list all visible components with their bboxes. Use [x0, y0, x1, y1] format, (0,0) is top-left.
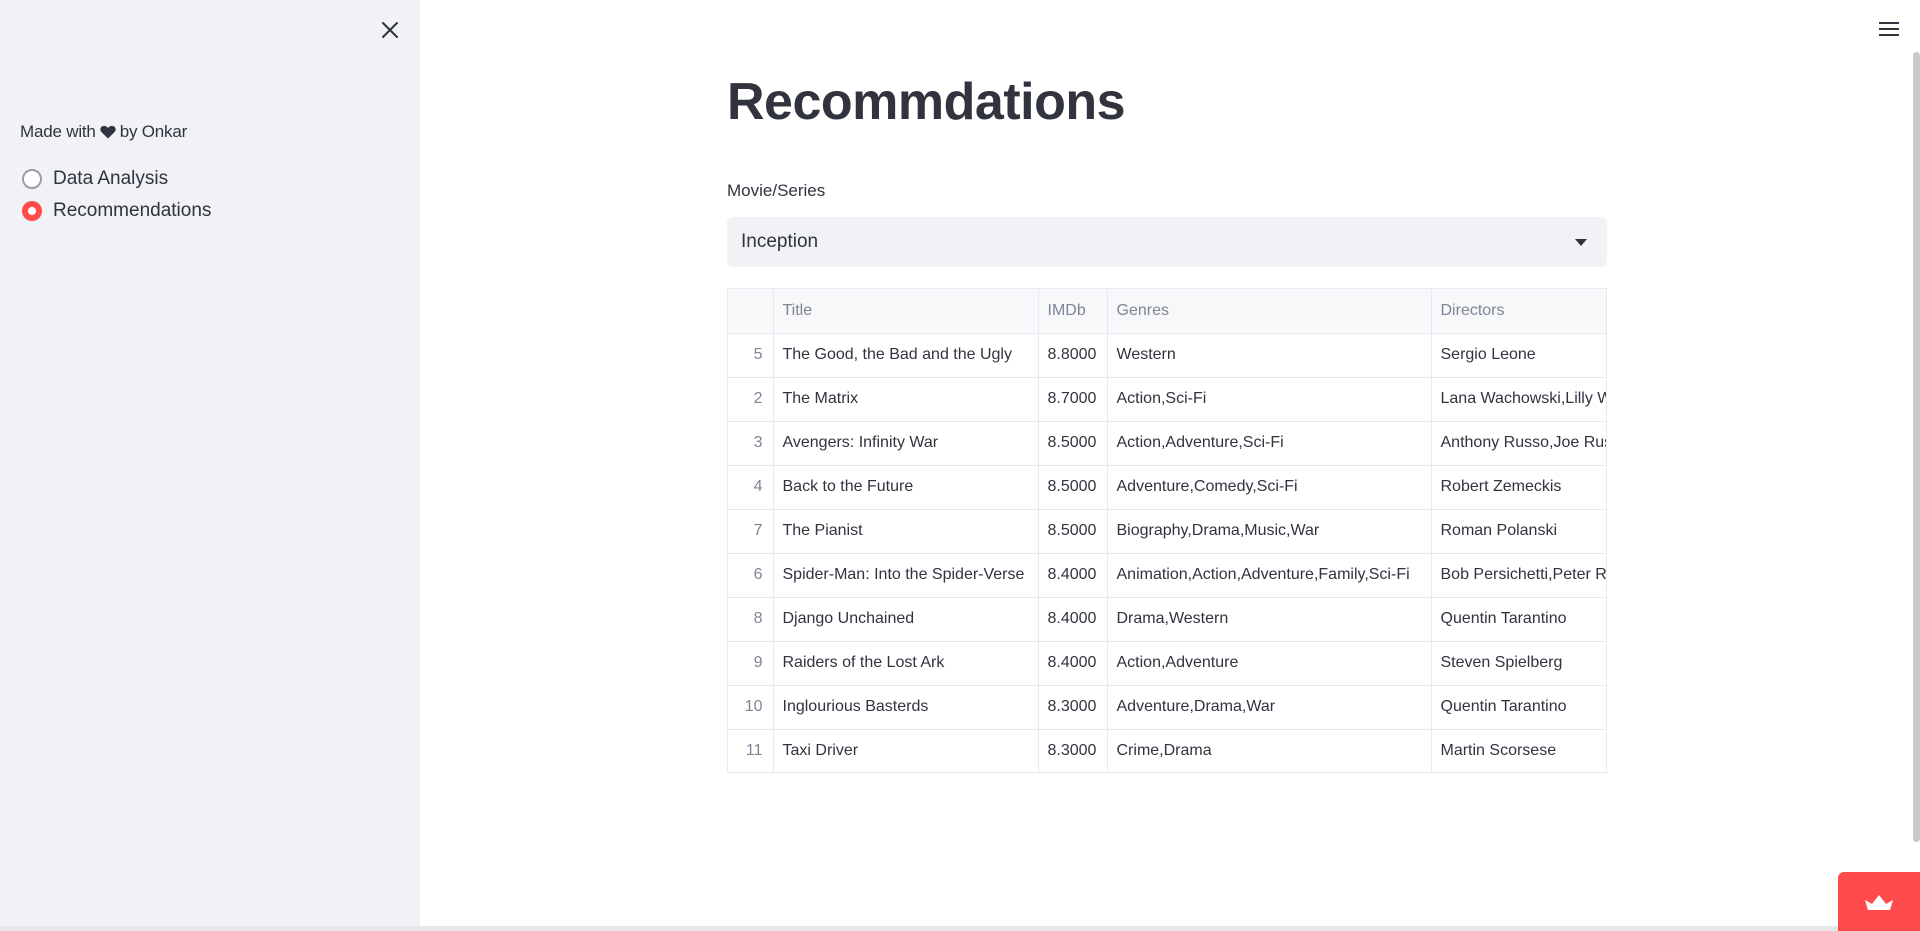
title-cell[interactable]: Inglourious Basterds	[773, 685, 1039, 730]
imdb-cell[interactable]: 8.3000	[1038, 729, 1108, 772]
credit-prefix: Made with	[20, 122, 96, 141]
directors-cell[interactable]: Sergio Leone	[1431, 333, 1606, 378]
table-row[interactable]: 4 Back to the Future 8.5000 Adventure,Comed…	[728, 465, 1606, 510]
genres-cell[interactable]: Western	[1107, 333, 1432, 378]
imdb-cell[interactable]: 8.4000	[1038, 597, 1108, 642]
column-header-directors[interactable]: Directors	[1431, 289, 1606, 334]
directors-cell[interactable]: Steven Spielberg	[1431, 641, 1606, 686]
title-cell[interactable]: Avengers: Infinity War	[773, 421, 1039, 466]
row-index[interactable]: 7	[728, 509, 774, 554]
crown-icon	[1865, 894, 1893, 910]
radio-label: Recommendations	[53, 200, 212, 221]
table-row[interactable]: 3 Avengers: Infinity War 8.5000 Action,Adve…	[728, 421, 1606, 466]
imdb-cell[interactable]: 8.7000	[1038, 377, 1108, 422]
credit-suffix: by Onkar	[119, 122, 188, 141]
title-cell[interactable]: Back to the Future	[773, 465, 1039, 510]
row-index[interactable]: 11	[728, 729, 774, 772]
select-label: Movie/Series	[727, 181, 826, 200]
genres-cell[interactable]: Adventure,Drama,War	[1107, 685, 1432, 730]
movie-select[interactable]: Inception	[727, 217, 1607, 267]
genres-cell[interactable]: Action,Sci-Fi	[1107, 377, 1432, 422]
table-row[interactable]: 6 Spider-Man: Into the Spider-Verse 8.4000…	[728, 553, 1606, 598]
title-cell[interactable]: The Pianist	[773, 509, 1039, 554]
imdb-cell[interactable]: 8.4000	[1038, 641, 1108, 686]
title-cell[interactable]: The Good, the Bad and the Ugly	[773, 333, 1039, 378]
directors-cell[interactable]: Robert Zemeckis	[1431, 465, 1606, 510]
row-index[interactable]: 2	[728, 377, 774, 422]
imdb-cell[interactable]: 8.4000	[1038, 553, 1108, 598]
chevron-down-icon	[1575, 239, 1587, 246]
column-header-title[interactable]: Title	[773, 289, 1039, 334]
genres-cell[interactable]: Crime,Drama	[1107, 729, 1432, 772]
table-row[interactable]: 11 Taxi Driver 8.3000 Crime,Drama Martin Sco…	[728, 729, 1606, 772]
column-header-imdb[interactable]: IMDb	[1038, 289, 1108, 334]
radio-recommendations[interactable]: Recommendations	[22, 195, 211, 227]
select-value: Inception	[741, 231, 819, 252]
imdb-cell[interactable]: 8.3000	[1038, 685, 1108, 730]
table-header-row: Title IMDb Genres Directors	[728, 289, 1606, 334]
column-header-genres[interactable]: Genres	[1107, 289, 1432, 334]
row-index[interactable]: 8	[728, 597, 774, 642]
row-index[interactable]: 10	[728, 685, 774, 730]
title-cell[interactable]: Raiders of the Lost Ark	[773, 641, 1039, 686]
table-row[interactable]: 2 The Matrix 8.7000 Action,Sci-Fi Lana Wacho…	[728, 377, 1606, 422]
recommendations-table[interactable]: Title IMDb Genres Directors 5 The Good, t…	[727, 288, 1607, 773]
row-index[interactable]: 3	[728, 421, 774, 466]
scrollbar[interactable]	[1913, 52, 1920, 842]
table-row[interactable]: 9 Raiders of the Lost Ark 8.4000 Action,Adv…	[728, 641, 1606, 686]
title-cell[interactable]: The Matrix	[773, 377, 1039, 422]
column-header-index	[728, 289, 774, 334]
title-cell[interactable]: Taxi Driver	[773, 729, 1039, 772]
radio-data-analysis[interactable]: Data Analysis	[22, 163, 211, 195]
row-index[interactable]: 5	[728, 333, 774, 378]
row-index[interactable]: 6	[728, 553, 774, 598]
directors-cell[interactable]: Quentin Tarantino	[1431, 685, 1606, 730]
table-row[interactable]: 8 Django Unchained 8.4000 Drama,Western Quen…	[728, 597, 1606, 642]
imdb-cell[interactable]: 8.5000	[1038, 465, 1108, 510]
title-cell[interactable]: Django Unchained	[773, 597, 1039, 642]
radio-unchecked-icon	[22, 169, 42, 189]
directors-cell[interactable]: Martin Scorsese	[1431, 729, 1606, 772]
genres-cell[interactable]: Biography,Drama,Music,War	[1107, 509, 1432, 554]
directors-cell[interactable]: Roman Polanski	[1431, 509, 1606, 554]
imdb-cell[interactable]: 8.5000	[1038, 421, 1108, 466]
genres-cell[interactable]: Animation,Action,Adventure,Family,Sci-Fi	[1107, 553, 1432, 598]
radio-checked-icon	[22, 201, 42, 221]
table-row[interactable]: 5 The Good, the Bad and the Ugly 8.8000 Wes…	[728, 333, 1606, 378]
directors-cell[interactable]: Quentin Tarantino	[1431, 597, 1606, 642]
hamburger-menu-icon[interactable]	[1879, 18, 1903, 40]
genres-cell[interactable]: Adventure,Comedy,Sci-Fi	[1107, 465, 1432, 510]
genres-cell[interactable]: Action,Adventure	[1107, 641, 1432, 686]
table-row[interactable]: 7 The Pianist 8.5000 Biography,Drama,Music,…	[728, 509, 1606, 554]
imdb-cell[interactable]: 8.8000	[1038, 333, 1108, 378]
genres-cell[interactable]: Drama,Western	[1107, 597, 1432, 642]
bottom-divider	[0, 926, 1920, 931]
row-index[interactable]: 9	[728, 641, 774, 686]
nav-radio-group: Data Analysis Recommendations	[22, 163, 211, 227]
genres-cell[interactable]: Action,Adventure,Sci-Fi	[1107, 421, 1432, 466]
radio-label: Data Analysis	[53, 168, 169, 189]
imdb-cell[interactable]: 8.5000	[1038, 509, 1108, 554]
heart-icon	[100, 125, 116, 139]
close-sidebar-button[interactable]	[376, 16, 404, 44]
directors-cell[interactable]: Bob Persichetti,Peter Ramsey	[1431, 553, 1606, 598]
page-title: Recommdations	[727, 73, 1126, 131]
title-cell[interactable]: Spider-Man: Into the Spider-Verse	[773, 553, 1039, 598]
row-index[interactable]: 4	[728, 465, 774, 510]
directors-cell[interactable]: Anthony Russo,Joe Russo	[1431, 421, 1606, 466]
table-row[interactable]: 10 Inglourious Basterds 8.3000 Adventure,Dr…	[728, 685, 1606, 730]
sidebar: Made with by Onkar Data Analysis Recomme…	[0, 0, 420, 931]
streamlit-badge[interactable]	[1838, 872, 1920, 931]
directors-cell[interactable]: Lana Wachowski,Lilly Wachowski	[1431, 377, 1606, 422]
close-icon	[382, 22, 398, 38]
credit-line: Made with by Onkar	[20, 122, 187, 142]
